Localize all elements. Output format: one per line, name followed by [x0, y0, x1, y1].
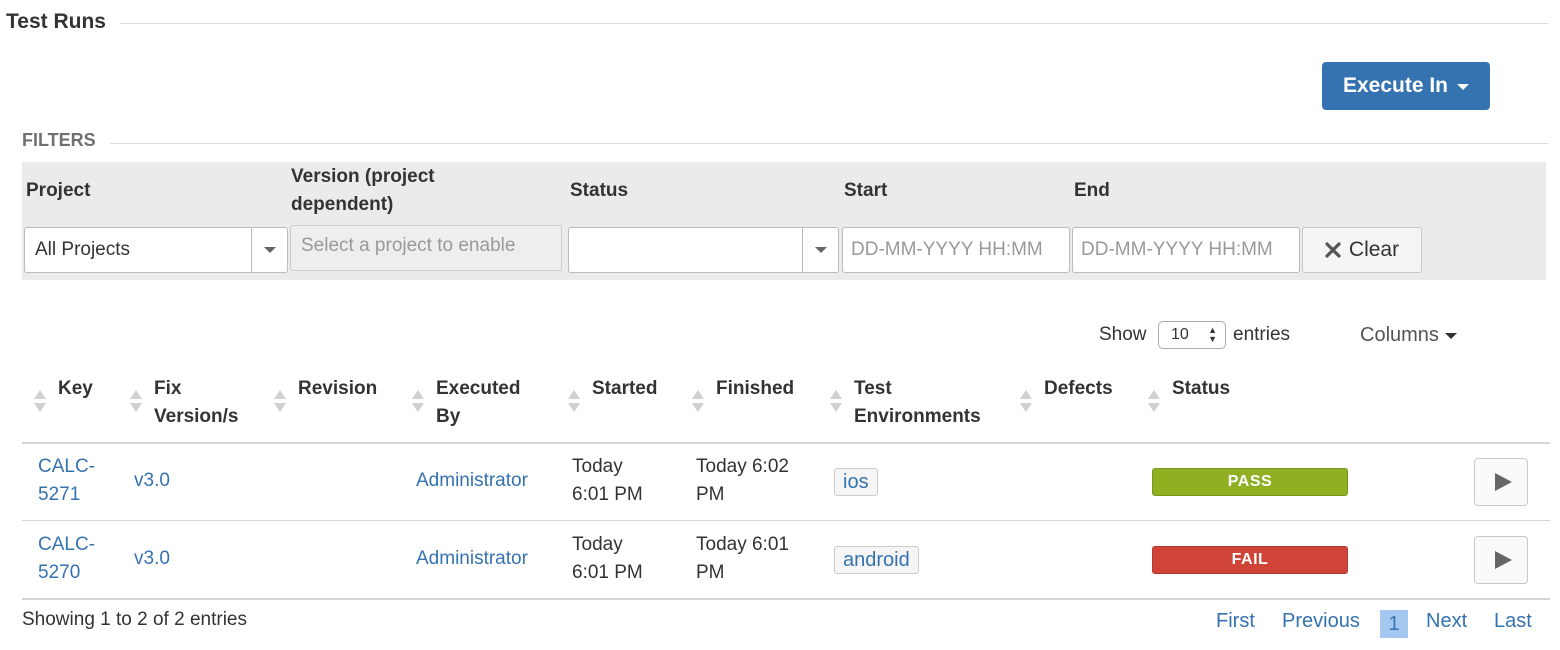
entries-value: 10 [1171, 326, 1189, 343]
updown-icon: ▲ ▼ [1208, 325, 1217, 344]
project-select-toggle[interactable] [251, 228, 287, 272]
environment-lozenge[interactable]: android [834, 546, 919, 574]
chevron-down-icon [1444, 332, 1457, 339]
sort-executed-by-icon[interactable] [412, 390, 424, 416]
status-badge: FAIL [1152, 546, 1348, 574]
sort-fix-version-icon[interactable] [130, 390, 142, 416]
filters-title: FILTERS [22, 130, 96, 150]
col-header-fix-version-line2[interactable]: Version/s [154, 403, 239, 431]
row-key-link-line1[interactable]: CALC- [38, 531, 95, 559]
row-key-link-line2[interactable]: 5271 [38, 481, 80, 509]
filters-divider [110, 143, 1548, 144]
pager-current-page[interactable]: 1 [1380, 610, 1408, 638]
start-label: Start [844, 180, 888, 201]
environment-lozenge[interactable]: ios [834, 468, 878, 496]
row-finished-line1: Today 6:01 [696, 534, 789, 555]
columns-button[interactable]: Columns [1360, 324, 1457, 347]
table-info: Showing 1 to 2 of 2 entries [22, 609, 247, 630]
sort-revision-icon[interactable] [274, 390, 286, 416]
row-finished-line1: Today 6:02 [696, 456, 789, 477]
end-date-input[interactable]: DD-MM-YYYY HH:MM [1072, 227, 1300, 273]
col-header-test-env-line1[interactable]: Test [854, 375, 892, 403]
entries-select[interactable]: 10 ▲ ▼ [1158, 321, 1226, 349]
status-badge: PASS [1152, 468, 1348, 496]
version-label-line1: Version (project [291, 166, 435, 187]
chevron-down-icon [1457, 84, 1470, 90]
clear-button[interactable]: Clear [1302, 227, 1422, 273]
pager-previous[interactable]: Previous [1282, 610, 1360, 633]
project-select-value: All Projects [35, 239, 131, 260]
col-header-executed-by-line2[interactable]: By [436, 403, 460, 431]
sort-started-icon[interactable] [568, 390, 580, 416]
col-header-key[interactable]: Key [58, 375, 93, 403]
sort-key-icon[interactable] [34, 390, 46, 416]
chevron-down-icon [815, 247, 827, 253]
row-started-line2: 6:01 PM [572, 562, 643, 583]
start-date-input[interactable]: DD-MM-YYYY HH:MM [842, 227, 1070, 273]
col-header-defects[interactable]: Defects [1044, 375, 1113, 403]
status-select[interactable] [568, 227, 839, 273]
row-executed-by-link[interactable]: Administrator [416, 467, 528, 495]
row-key-link-line2[interactable]: 5270 [38, 559, 80, 587]
row-started-line1: Today [572, 456, 623, 477]
col-header-test-env-line2[interactable]: Environments [854, 403, 981, 431]
row-started-line1: Today [572, 534, 623, 555]
project-select[interactable]: All Projects [24, 227, 288, 273]
row-fix-version-link[interactable]: v3.0 [134, 467, 170, 495]
pager-next[interactable]: Next [1426, 610, 1467, 633]
show-label: Show [1099, 324, 1147, 345]
sort-finished-icon[interactable] [692, 390, 704, 416]
execute-run-button[interactable] [1474, 458, 1528, 506]
execute-in-button[interactable]: Execute In [1322, 62, 1490, 110]
sort-defects-icon[interactable] [1020, 390, 1032, 416]
section-title: Test Runs [6, 10, 106, 33]
col-header-executed-by-line1[interactable]: Executed [436, 375, 520, 403]
version-select-disabled: Select a project to enable [290, 225, 562, 271]
status-select-toggle[interactable] [802, 228, 838, 272]
chevron-down-icon [264, 247, 276, 253]
status-filter-label: Status [570, 180, 629, 201]
version-label-line2: dependent) [291, 194, 394, 215]
project-label: Project [26, 180, 91, 201]
col-header-started[interactable]: Started [592, 375, 657, 403]
col-header-fix-version-line1[interactable]: Fix [154, 375, 181, 403]
pager-first[interactable]: First [1216, 610, 1255, 633]
columns-label: Columns [1360, 324, 1439, 346]
row-fix-version-link[interactable]: v3.0 [134, 545, 170, 573]
pager-last[interactable]: Last [1494, 610, 1532, 633]
close-icon [1325, 242, 1341, 258]
execute-in-label: Execute In [1342, 74, 1449, 97]
col-header-finished[interactable]: Finished [716, 375, 794, 403]
entries-label: entries [1233, 324, 1291, 345]
section-divider [120, 23, 1548, 24]
table-bottom-divider [22, 598, 1550, 600]
play-icon [1494, 473, 1512, 491]
row-finished-line2: PM [696, 562, 725, 583]
play-icon [1494, 551, 1512, 569]
execute-run-button[interactable] [1474, 536, 1528, 584]
sort-test-environments-icon[interactable] [830, 390, 842, 416]
row-started-line2: 6:01 PM [572, 484, 643, 505]
sort-status-icon[interactable] [1148, 390, 1160, 416]
end-label: End [1074, 180, 1110, 201]
col-header-revision[interactable]: Revision [298, 375, 377, 403]
col-header-status[interactable]: Status [1172, 375, 1230, 403]
row-key-link-line1[interactable]: CALC- [38, 453, 95, 481]
row-finished-line2: PM [696, 484, 725, 505]
row-executed-by-link[interactable]: Administrator [416, 545, 528, 573]
clear-label: Clear [1348, 238, 1400, 261]
